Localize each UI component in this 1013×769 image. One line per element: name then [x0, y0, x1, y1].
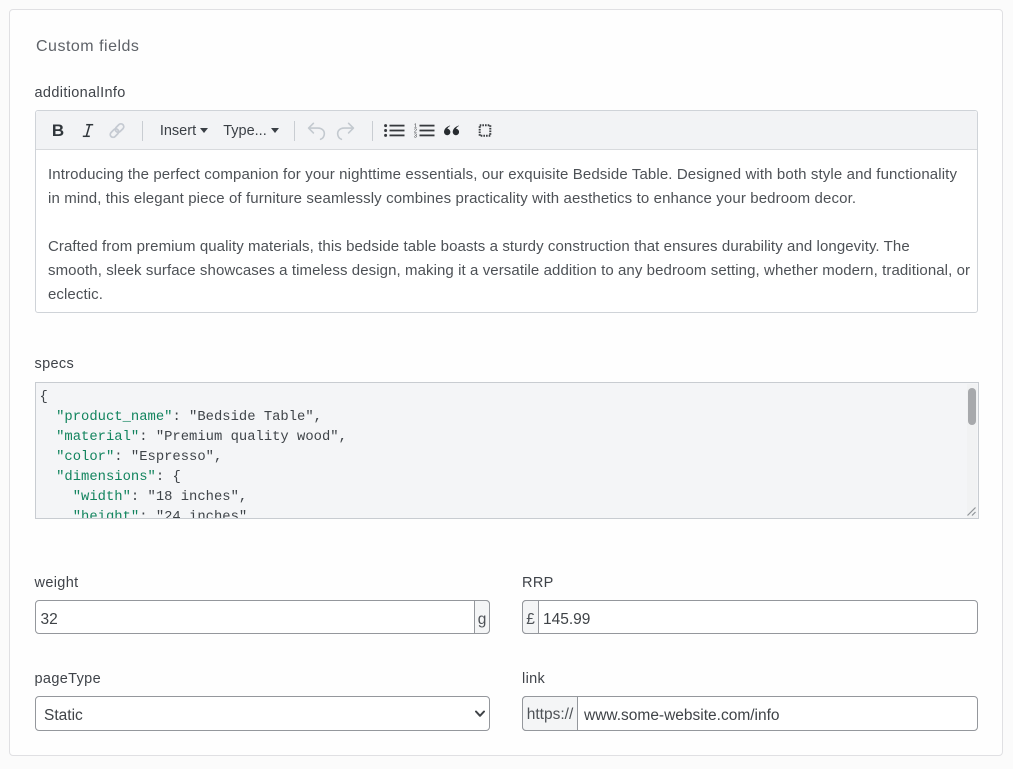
svg-text:3: 3	[414, 133, 417, 139]
